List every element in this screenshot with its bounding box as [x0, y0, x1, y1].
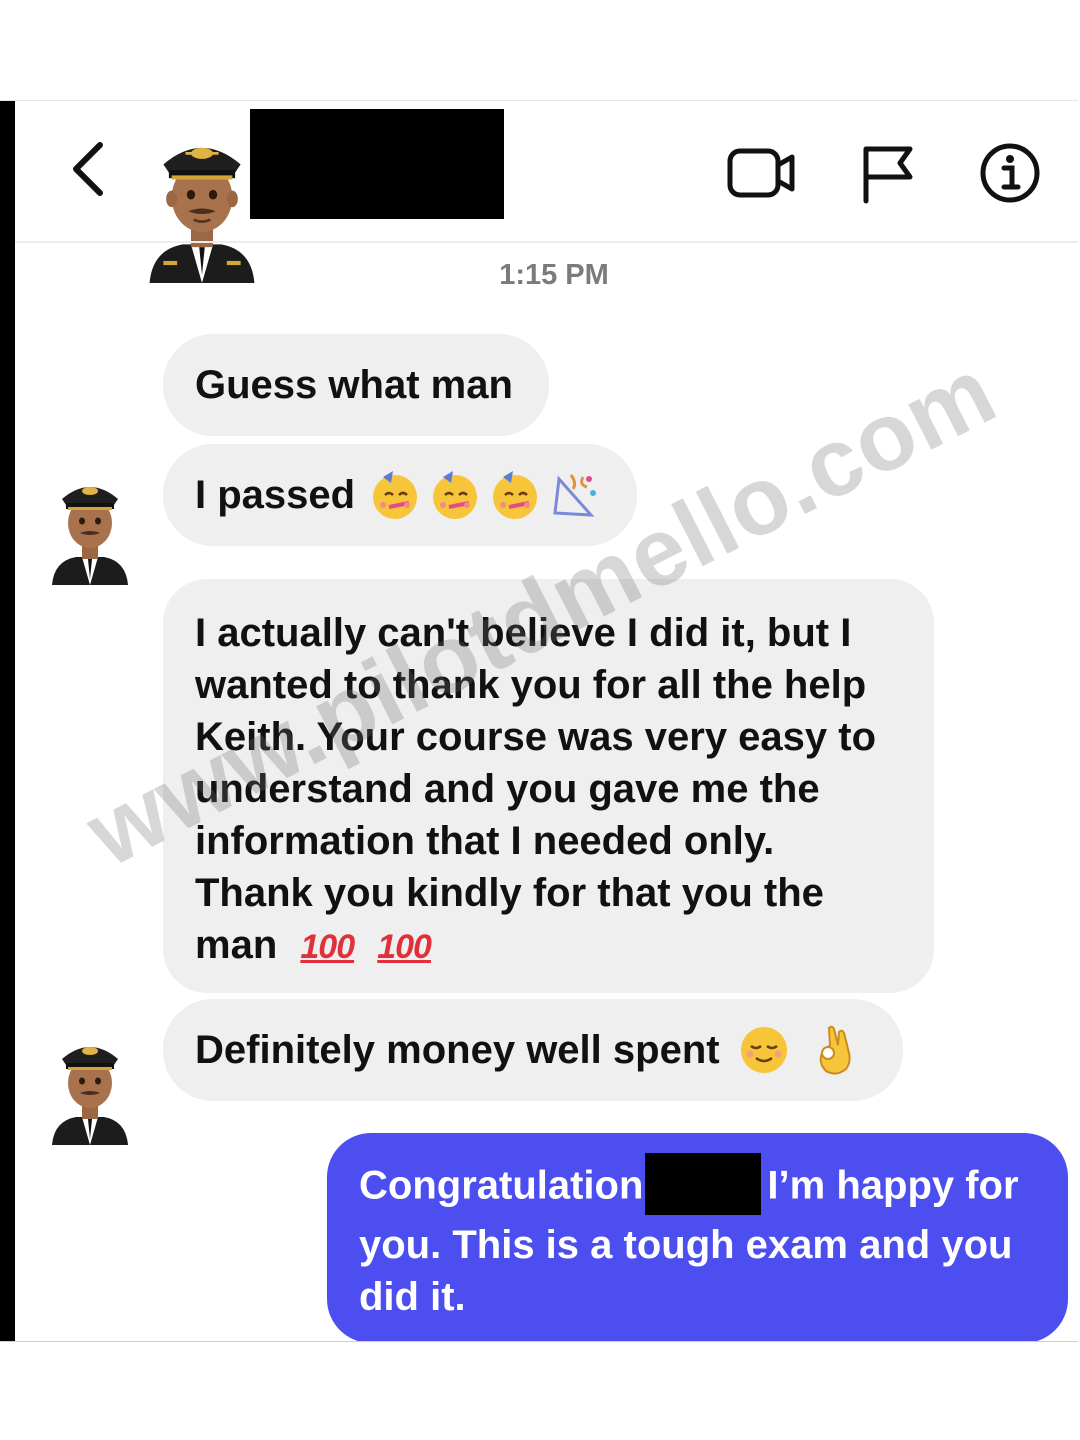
received-message-bubble[interactable]: I passed — [163, 444, 637, 546]
partying-face-icon — [373, 471, 418, 519]
partying-face-icon — [433, 471, 478, 519]
message-line: I actually can't believe I did it, but I — [195, 611, 852, 655]
flag-icon[interactable] — [858, 143, 918, 205]
message-text: man — [195, 923, 278, 967]
message-line: wanted to thank you for all the help — [195, 663, 867, 707]
message-text: I’m happy for — [767, 1163, 1019, 1208]
partying-face-icon — [493, 471, 538, 519]
ok-hand-icon — [819, 1025, 851, 1075]
message-timestamp: 1:15 PM — [499, 259, 609, 291]
relieved-face-icon — [740, 1027, 787, 1073]
header-divider — [15, 241, 1078, 243]
video-call-icon[interactable] — [726, 145, 798, 201]
received-message-bubble[interactable]: Definitely money well spent — [163, 999, 903, 1101]
hundred-points-icon: 100 — [377, 928, 432, 966]
message-line: you. This is a tough exam and you — [359, 1223, 1013, 1267]
sender-avatar[interactable] — [48, 469, 132, 585]
pilot-emoji-icon — [52, 1047, 128, 1145]
message-line: Keith. Your course was very easy to — [195, 715, 877, 759]
message-line: information that I needed only. — [195, 819, 775, 863]
chat-screenshot: 1:15 PM Guess what man I passed I actual… — [0, 100, 1078, 1342]
message-line: understand and you gave me the — [195, 767, 820, 811]
received-message-bubble[interactable]: Guess what man — [163, 334, 549, 436]
message-text: Definitely money well spent — [195, 1028, 720, 1072]
info-icon[interactable] — [978, 141, 1042, 205]
sender-avatar[interactable] — [48, 1029, 132, 1145]
message-line: did it. — [359, 1275, 466, 1319]
message-line: Thank you kindly for that you the — [195, 871, 824, 915]
party-popper-icon — [553, 474, 597, 517]
message-line-last: man 100 100 — [195, 919, 902, 973]
message-text: Congratulation — [359, 1163, 644, 1208]
back-chevron-icon[interactable] — [66, 139, 110, 199]
sent-message-bubble[interactable]: Congratulation I’m happy for you. This is… — [327, 1133, 1068, 1341]
redacted-contact-name — [250, 109, 504, 219]
message-text: I passed — [195, 473, 356, 517]
hundred-points-icon: 100 — [300, 928, 355, 966]
pilot-emoji-icon — [52, 487, 128, 585]
received-message-bubble[interactable]: I actually can't believe I did it, but I… — [163, 579, 934, 993]
message-text: Guess what man — [195, 363, 513, 407]
message-line: Congratulation I’m happy for — [359, 1153, 1036, 1219]
redacted-name — [645, 1153, 762, 1215]
